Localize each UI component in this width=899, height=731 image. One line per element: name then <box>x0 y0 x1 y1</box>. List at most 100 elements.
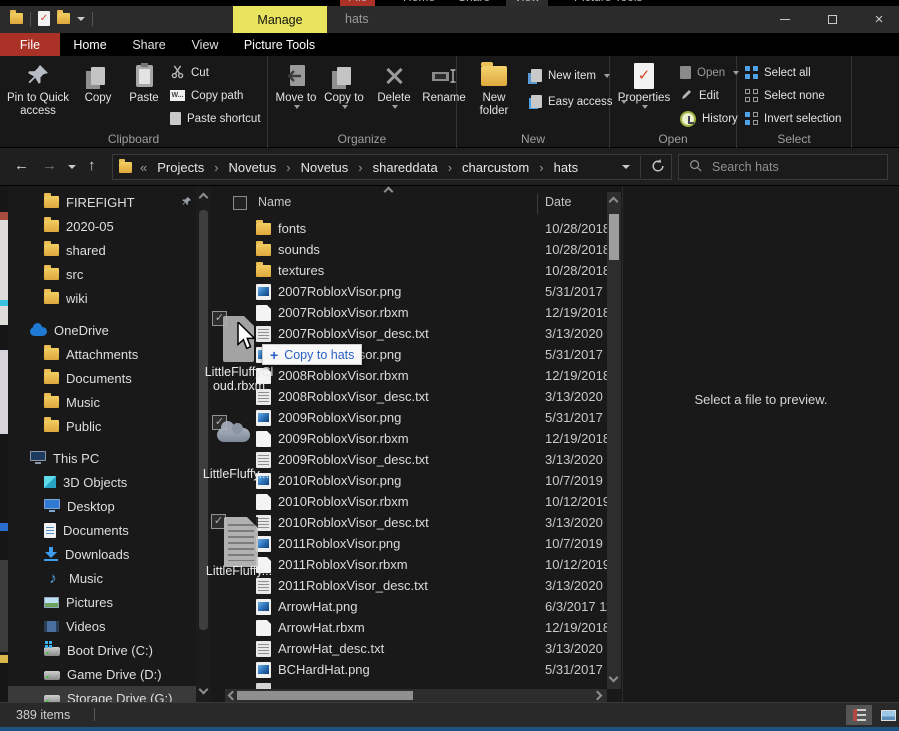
sidebar-item[interactable]: src <box>8 262 204 286</box>
scroll-down-icon[interactable] <box>609 673 619 683</box>
address-dropdown-caret-icon[interactable] <box>622 165 630 169</box>
copy-to-button[interactable]: Copy to <box>322 60 366 109</box>
column-divider[interactable] <box>537 194 538 214</box>
file-row[interactable]: 2011RobloxVisor.rbxm 10/12/2019 <box>225 554 622 575</box>
breadcrumb-item[interactable]: charcustom › <box>458 158 550 177</box>
scroll-down-icon[interactable] <box>199 685 209 695</box>
up-arrow-icon[interactable]: ↑ <box>88 157 96 174</box>
sidebar-item[interactable]: Pictures <box>8 590 204 614</box>
scroll-left-icon[interactable] <box>228 691 238 701</box>
thumbnail-view-button[interactable] <box>875 705 899 725</box>
sidebar-item[interactable]: FIREFIGHT <box>8 190 204 214</box>
new-item-button[interactable]: New item <box>531 65 610 86</box>
file-row[interactable]: 2010RobloxVisor.png 10/7/2019 3 <box>225 470 622 491</box>
maximize-button[interactable] <box>809 6 855 33</box>
sidebar-item[interactable]: OneDrive <box>8 318 204 342</box>
edit-button[interactable]: Edit <box>680 85 719 106</box>
breadcrumb-label[interactable]: shareddata <box>369 158 442 177</box>
sidebar-item[interactable]: Documents <box>8 518 204 542</box>
move-to-button[interactable]: Move to <box>274 60 318 109</box>
sidebar-item[interactable]: Boot Drive (C:) <box>8 638 204 662</box>
tab-file[interactable]: File <box>0 33 60 56</box>
breadcrumb-item[interactable]: shareddata › <box>369 158 458 177</box>
horizontal-scroll-thumb[interactable] <box>237 691 413 700</box>
select-all-button[interactable]: Select all <box>745 62 811 83</box>
breadcrumb-label[interactable]: Novetus <box>225 158 281 177</box>
file-list-vertical-scrollbar[interactable] <box>607 192 621 689</box>
file-row[interactable]: 2010RobloxVisor.rbxm 10/12/2019 <box>225 491 622 512</box>
pin-to-quick-access-button[interactable]: Pin to Quick access <box>4 60 72 118</box>
select-all-checkbox[interactable] <box>233 196 247 210</box>
tab-home[interactable]: Home <box>60 33 120 56</box>
sidebar-item[interactable]: wiki <box>8 286 204 310</box>
breadcrumb-label[interactable]: hats <box>550 158 583 177</box>
file-row[interactable]: ArrowHat_desc.txt 3/13/2020 8 <box>225 638 622 659</box>
column-header-name[interactable]: Name <box>258 195 291 209</box>
sidebar-item[interactable]: Attachments <box>8 342 204 366</box>
sidebar-item[interactable]: Downloads <box>8 542 204 566</box>
breadcrumb-item[interactable]: hats › <box>550 158 583 177</box>
sidebar-item[interactable]: Videos <box>8 614 204 638</box>
breadcrumb-item[interactable]: Projects › <box>153 158 224 177</box>
copy-path-button[interactable]: W... Copy path <box>170 85 243 106</box>
delete-button[interactable]: Delete <box>372 60 416 109</box>
sidebar-item[interactable]: Desktop <box>8 494 204 518</box>
file-row[interactable]: ArrowHat.png 6/3/2017 11 <box>225 596 622 617</box>
column-header-date[interactable]: Date <box>545 195 571 209</box>
back-arrow-icon[interactable]: ← <box>14 157 29 174</box>
collapsed-crumbs-icon[interactable]: « <box>140 160 147 175</box>
close-button[interactable]: × <box>856 6 899 33</box>
file-row[interactable]: 2008RobloxVisor_desc.txt 3/13/2020 8 <box>225 386 622 407</box>
manage-contextual-tab[interactable]: Manage <box>233 6 327 33</box>
file-list-horizontal-scrollbar[interactable] <box>225 689 607 702</box>
scroll-right-icon[interactable] <box>593 691 603 701</box>
qat-dropdown-caret-icon[interactable] <box>77 17 85 21</box>
file-row[interactable]: sounds 10/28/2018 <box>225 239 622 260</box>
file-row[interactable]: ArrowHat.rbxm 12/19/2018 <box>225 617 622 638</box>
file-row[interactable]: 2007RobloxVisor.png 5/31/2017 7 <box>225 281 622 302</box>
breadcrumb-item[interactable]: Novetus › <box>297 158 369 177</box>
details-view-button[interactable] <box>846 705 872 725</box>
file-row[interactable]: textures 10/28/2018 <box>225 260 622 281</box>
sidebar-item[interactable]: This PC <box>8 446 204 470</box>
file-row[interactable]: BCHardHat.png 5/31/2017 7 <box>225 659 622 680</box>
scroll-up-icon[interactable] <box>609 197 619 207</box>
file-row[interactable] <box>225 680 622 689</box>
select-none-button[interactable]: Select none <box>745 85 825 106</box>
qat-new-folder-icon[interactable] <box>57 13 70 24</box>
qat-folder-icon[interactable] <box>10 13 23 24</box>
sidebar-item[interactable]: Music <box>8 390 204 414</box>
qat-properties-icon[interactable]: ✓ <box>38 11 50 26</box>
paste-shortcut-button[interactable]: Paste shortcut <box>170 108 261 129</box>
breadcrumb-label[interactable]: Projects <box>153 158 208 177</box>
tab-share[interactable]: Share <box>120 33 178 56</box>
file-row[interactable]: 2007RobloxVisor_desc.txt 3/13/2020 8 <box>225 323 622 344</box>
file-row[interactable]: 2008RobloxVisor.rbxm 12/19/2018 <box>225 365 622 386</box>
paste-button[interactable]: Paste <box>122 60 166 105</box>
vertical-scroll-thumb[interactable] <box>609 214 619 260</box>
file-row[interactable]: 2009RobloxVisor.rbxm 12/19/2018 <box>225 428 622 449</box>
breadcrumb[interactable]: « Projects › Novetus › Novetus › <box>112 154 672 180</box>
file-row[interactable]: 2011RobloxVisor.png 10/7/2019 3 <box>225 533 622 554</box>
invert-selection-button[interactable]: Invert selection <box>745 108 841 129</box>
recent-locations-caret-icon[interactable] <box>68 165 76 169</box>
file-row[interactable]: fonts 10/28/2018 <box>225 218 622 239</box>
sidebar-item[interactable]: Storage Drive (G:) <box>8 686 204 702</box>
file-row[interactable]: 2010RobloxVisor_desc.txt 3/13/2020 8 <box>225 512 622 533</box>
sidebar-item[interactable]: Music <box>8 566 204 590</box>
sidebar-item[interactable]: 2020-05 <box>8 214 204 238</box>
sidebar-item[interactable]: shared <box>8 238 204 262</box>
sidebar-item[interactable]: Game Drive (D:) <box>8 662 204 686</box>
sidebar-item[interactable]: Public <box>8 414 204 438</box>
file-row[interactable]: 2011RobloxVisor_desc.txt 3/13/2020 8 <box>225 575 622 596</box>
breadcrumb-label[interactable]: charcustom <box>458 158 533 177</box>
refresh-icon[interactable] <box>651 159 665 176</box>
tab-view[interactable]: View <box>178 33 232 56</box>
tab-picture-tools[interactable]: Picture Tools <box>232 33 327 56</box>
file-row[interactable]: 2009RobloxVisor.png 5/31/2017 7 <box>225 407 622 428</box>
breadcrumb-item[interactable]: Novetus › <box>225 158 297 177</box>
file-row[interactable]: 2009RobloxVisor_desc.txt 3/13/2020 8 <box>225 449 622 470</box>
properties-button[interactable]: ✓ Properties <box>614 60 674 109</box>
sidebar-item[interactable]: Documents <box>8 366 204 390</box>
history-button[interactable]: History <box>680 108 738 129</box>
